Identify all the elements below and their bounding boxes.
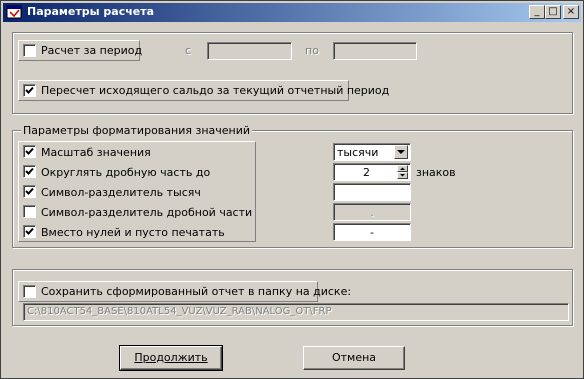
minimize-icon: _: [534, 6, 540, 17]
checkmark-icon: [25, 86, 34, 94]
spin-down-icon: [400, 174, 405, 177]
window-icon: [6, 5, 22, 20]
period-from-label: с: [185, 44, 192, 57]
decimal-separator-input[interactable]: .: [333, 203, 411, 221]
spin-down-button[interactable]: [397, 172, 408, 179]
zero-replacement-input[interactable]: -: [333, 223, 411, 241]
dropdown-arrow-icon: [397, 150, 405, 154]
continue-button[interactable]: Продолжить: [119, 345, 223, 371]
round-label: Округлять дробную часть до: [41, 166, 211, 179]
minimize-button[interactable]: _: [529, 5, 545, 19]
save-path-value: C:\810ACT54_BASE\810ATL54_VUZ\VUZ_RAB\NA…: [27, 306, 332, 317]
decimal-separator-checkbox[interactable]: [23, 205, 36, 218]
period-to-field[interactable]: [333, 42, 417, 60]
cancel-button[interactable]: Отмена: [303, 346, 405, 370]
checkmark-icon: [25, 147, 34, 155]
dialog-window: Параметры расчета _ □ × Расчет за период…: [0, 0, 584, 379]
maximize-icon: □: [548, 6, 558, 17]
period-from-field[interactable]: [207, 42, 292, 60]
period-checkbox-label: Расчет за период: [41, 44, 143, 57]
recalc-checkbox-label: Пересчет исходящего сальдо за текущий от…: [41, 84, 390, 97]
period-checkbox[interactable]: [23, 44, 36, 57]
period-to-label: по: [305, 44, 319, 57]
close-button[interactable]: ×: [563, 5, 579, 19]
recalc-checkbox[interactable]: [23, 84, 36, 97]
window-title: Параметры расчета: [27, 5, 155, 18]
spin-up-icon: [400, 167, 405, 170]
decimal-separator-label: Символ-разделитель дробной части: [41, 206, 253, 219]
round-digits-value: 2: [363, 166, 370, 179]
continue-button-label: Продолжить: [134, 351, 208, 364]
scale-dropdown-button[interactable]: [394, 145, 408, 159]
save-checkbox-label: Сохранить сформированный отчет в папку н…: [41, 285, 352, 298]
save-path-field[interactable]: C:\810ACT54_BASE\810ATL54_VUZ\VUZ_RAB\NA…: [23, 303, 569, 321]
zero-replacement-checkbox[interactable]: [23, 225, 36, 238]
thousand-separator-label: Символ-разделитель тысяч: [41, 186, 201, 199]
checkmark-icon: [25, 227, 34, 235]
round-checkbox[interactable]: [23, 165, 36, 178]
cancel-button-label: Отмена: [331, 351, 377, 364]
maximize-button[interactable]: □: [545, 5, 561, 19]
close-icon: ×: [566, 6, 576, 17]
scale-select-value: тысячи: [337, 146, 379, 159]
round-suffix-label: знаков: [416, 166, 456, 179]
title-bar[interactable]: Параметры расчета _ □ ×: [3, 3, 581, 22]
save-checkbox[interactable]: [23, 285, 36, 298]
spin-up-button[interactable]: [397, 165, 408, 172]
scale-label: Масштаб значения: [41, 146, 151, 159]
checkmark-icon: [25, 167, 34, 175]
decimal-separator-value: .: [370, 206, 374, 219]
formatting-group-title: Параметры форматирования значений: [21, 124, 253, 137]
thousand-separator-input[interactable]: [333, 183, 411, 201]
checkmark-icon: [25, 187, 34, 195]
scale-checkbox[interactable]: [23, 145, 36, 158]
thousand-separator-checkbox[interactable]: [23, 185, 36, 198]
zero-replacement-label: Вместо нулей и пусто печатать: [41, 226, 225, 239]
